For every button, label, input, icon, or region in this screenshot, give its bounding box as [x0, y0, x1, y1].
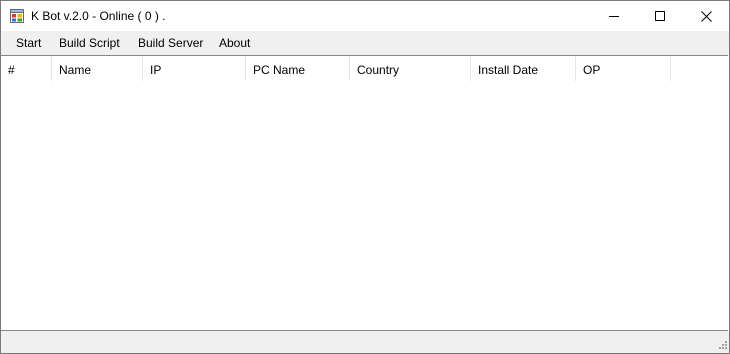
status-bar [1, 331, 729, 353]
column-header-install-date[interactable]: Install Date [471, 56, 576, 81]
column-header-country[interactable]: Country [350, 56, 471, 81]
close-icon [700, 10, 712, 22]
minimize-icon [609, 16, 619, 17]
main-window: K Bot v.2.0 - Online ( 0 ) . Start Build… [0, 0, 730, 354]
list-header: # Name IP PC Name Country Install Date O… [1, 56, 671, 81]
column-header-ip[interactable]: IP [143, 56, 246, 81]
bots-list-view[interactable]: # Name IP PC Name Country Install Date O… [1, 55, 728, 331]
window-title: K Bot v.2.0 - Online ( 0 ) . [31, 9, 166, 23]
menu-item-about[interactable]: About [219, 35, 250, 51]
app-window-icon [10, 9, 24, 23]
maximize-button[interactable] [637, 1, 683, 31]
column-header-pc-name[interactable]: PC Name [246, 56, 350, 81]
close-button[interactable] [683, 1, 729, 31]
maximize-icon [655, 11, 665, 21]
column-header-number[interactable]: # [1, 56, 52, 81]
title-bar[interactable]: K Bot v.2.0 - Online ( 0 ) . [1, 1, 729, 31]
column-header-name[interactable]: Name [52, 56, 143, 81]
menu-item-build-script[interactable]: Build Script [59, 35, 120, 51]
resize-grip-icon[interactable] [717, 341, 727, 351]
column-header-op[interactable]: OP [576, 56, 671, 81]
menu-item-start[interactable]: Start [16, 35, 41, 51]
minimize-button[interactable] [591, 1, 637, 31]
menu-bar: Start Build Script Build Server About [1, 31, 729, 55]
menu-item-build-server[interactable]: Build Server [138, 35, 203, 51]
